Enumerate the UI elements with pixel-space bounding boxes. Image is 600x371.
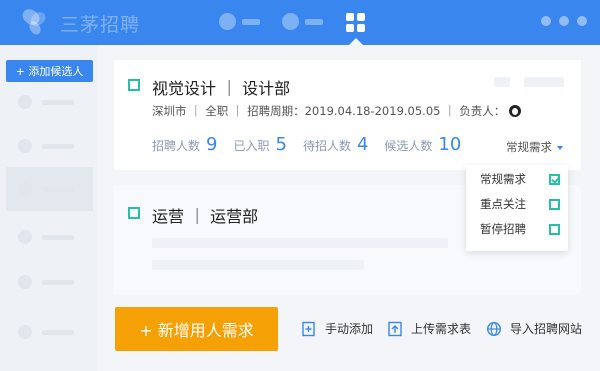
job-title: 视觉设计 ｜ 设计部 [152, 79, 291, 98]
job-card[interactable]: 视觉设计 ｜ 设计部 深圳市 ｜ 全职 ｜ 招聘周期：2019.04.18-20… [114, 60, 581, 170]
sidebar-item[interactable] [6, 80, 93, 124]
app-title: 三茅招聘 [60, 14, 141, 36]
sidebar: + 添加候选人 [0, 45, 97, 371]
sidebar-item[interactable] [6, 215, 93, 259]
window-dot-icon [559, 16, 569, 26]
job-stats: 招聘人数 9 已入职 5 待招人数 4 候选人数 10 [152, 134, 477, 155]
manual-add-label: 手动添加 [325, 322, 374, 336]
job-meta: 深圳市 ｜ 全职 ｜ 招聘周期：2019.04.18-2019.05.05 ｜ … [152, 103, 522, 119]
add-requirement-button[interactable]: + 新增用人需求 [115, 307, 278, 351]
dropdown-option-label: 暂停招聘 [480, 222, 526, 236]
sidebar-item[interactable] [6, 124, 93, 168]
stat-label: 待招人数 [302, 139, 351, 153]
manual-add-button[interactable]: 手动添加 [301, 320, 373, 337]
import-label: 导入招聘网站 [510, 322, 583, 336]
checkbox-icon[interactable] [549, 198, 560, 210]
window-controls[interactable] [541, 16, 587, 26]
stat-label: 已入职 [233, 139, 270, 153]
checkbox-icon[interactable] [549, 223, 560, 235]
active-nav-indicator [349, 38, 363, 45]
stat-value: 9 [206, 134, 218, 155]
stat-value: 5 [275, 134, 287, 155]
placeholder-bar [494, 77, 510, 87]
job-title: 运营 ｜ 运营部 [152, 207, 259, 226]
dropdown-option[interactable]: 重点关注 [480, 194, 560, 214]
checkbox-checked-icon[interactable] [549, 173, 560, 185]
sidebar-item[interactable] [6, 310, 93, 354]
stat-value: 4 [356, 134, 369, 155]
requirement-type-label: 常规需求 [506, 140, 552, 154]
job-select-checkbox[interactable] [128, 79, 140, 91]
upload-label: 上传需求表 [411, 322, 472, 336]
stat-value: 10 [438, 134, 462, 155]
top-nav-bar: 三茅招聘 [0, 0, 600, 45]
requirement-type-dropdown: 常规需求 重点关注 暂停招聘 [466, 165, 568, 251]
bee-logo-icon [22, 9, 46, 35]
add-candidate-button[interactable]: + 添加候选人 [6, 60, 93, 82]
window-dot-icon [577, 16, 587, 26]
placeholder-bar [152, 260, 364, 270]
window-dot-icon [541, 16, 551, 26]
sidebar-item-active[interactable] [6, 167, 93, 211]
stat-label: 招聘人数 [152, 139, 201, 153]
sidebar-item[interactable] [6, 260, 93, 304]
placeholder-bar [152, 238, 448, 248]
chevron-down-icon [557, 145, 563, 150]
dropdown-option[interactable]: 暂停招聘 [480, 219, 560, 239]
nav-item-2[interactable] [282, 13, 323, 30]
add-document-icon [302, 321, 315, 336]
import-job-site-button[interactable]: 导入招聘网站 [486, 320, 582, 337]
placeholder-bar [524, 77, 564, 87]
dropdown-option[interactable]: 常规需求 [480, 169, 560, 189]
globe-icon [486, 321, 502, 336]
dropdown-option-label: 重点关注 [480, 197, 526, 211]
stat-label: 候选人数 [384, 139, 433, 153]
nav-item-1[interactable] [219, 13, 260, 30]
apps-grid-icon[interactable] [346, 13, 365, 32]
job-select-checkbox[interactable] [128, 207, 140, 219]
requirement-type-select[interactable]: 常规需求 [506, 139, 563, 155]
dropdown-option-label: 常规需求 [480, 172, 526, 186]
upload-icon [388, 321, 402, 336]
job-meta-text: 深圳市 ｜ 全职 ｜ 招聘周期：2019.04.18-2019.05.05 ｜ … [152, 104, 506, 118]
upload-requirement-button[interactable]: 上传需求表 [387, 320, 471, 337]
avatar [509, 105, 522, 117]
